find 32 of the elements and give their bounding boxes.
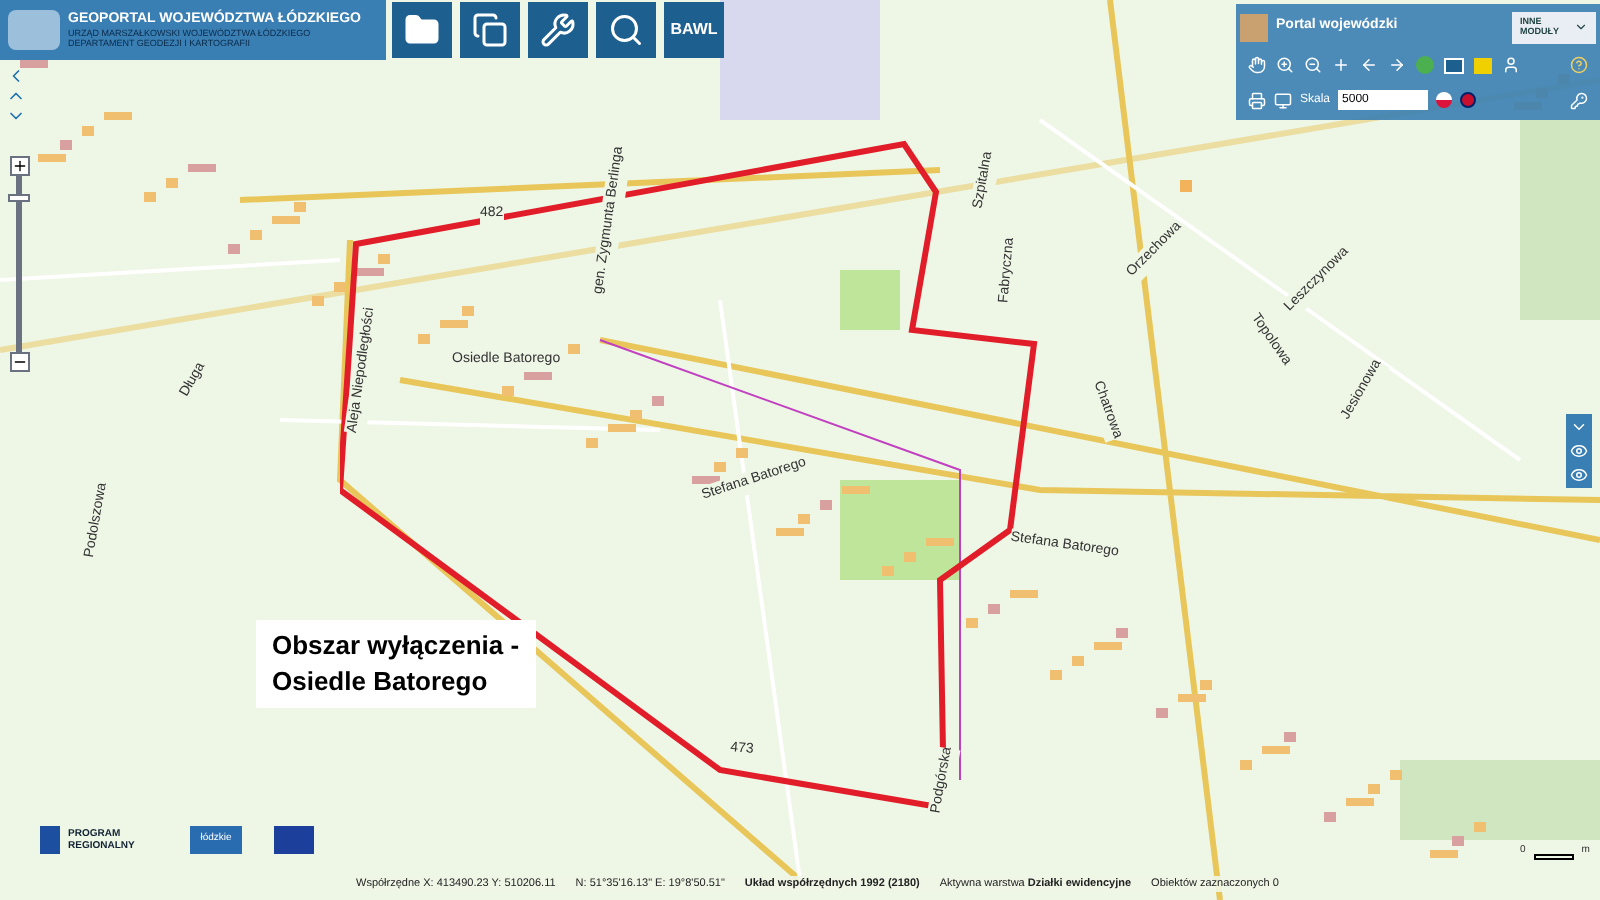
zoom-out-icon[interactable]	[1304, 56, 1322, 75]
scale-bar	[1533, 853, 1574, 859]
search-icon	[608, 12, 644, 48]
polish-flag-icon[interactable]	[1436, 92, 1453, 109]
help-icon[interactable]	[1570, 56, 1588, 75]
plus-icon	[11, 158, 27, 174]
screen-icon[interactable]	[1274, 91, 1292, 110]
zoom-box-icon[interactable]	[1332, 56, 1350, 75]
folder-button[interactable]	[392, 2, 452, 58]
zoom-in-button[interactable]	[9, 156, 29, 176]
caret-icon	[1574, 20, 1588, 35]
layer-icon[interactable]	[1444, 57, 1464, 74]
zoom-slider-thumb[interactable]	[8, 193, 30, 202]
print-icon[interactable]	[1248, 91, 1266, 110]
region-logo-icon	[8, 10, 60, 50]
folder-icon	[404, 12, 440, 48]
windows-button[interactable]	[460, 2, 520, 58]
windows-icon	[472, 12, 508, 48]
view-icon[interactable]	[1570, 442, 1588, 460]
area-callout: Obszar wyłączenia - Osiedle Batorego	[256, 620, 536, 708]
zoom-in-icon[interactable]	[1276, 56, 1294, 75]
view-icon[interactable]	[1570, 466, 1588, 484]
pan-icon[interactable]	[1248, 56, 1266, 75]
collapse-icon[interactable]	[1570, 418, 1588, 436]
zoom-out-button[interactable]	[9, 352, 29, 372]
back-arrow-icon[interactable]	[1360, 56, 1378, 75]
program-logo-icon	[40, 826, 60, 854]
user-icon[interactable]	[1502, 56, 1520, 75]
forward-arrow-icon[interactable]	[1388, 56, 1406, 75]
tools-button[interactable]	[528, 2, 588, 58]
bawl-button[interactable]: BAWL	[664, 2, 724, 58]
search-button[interactable]	[596, 2, 656, 58]
